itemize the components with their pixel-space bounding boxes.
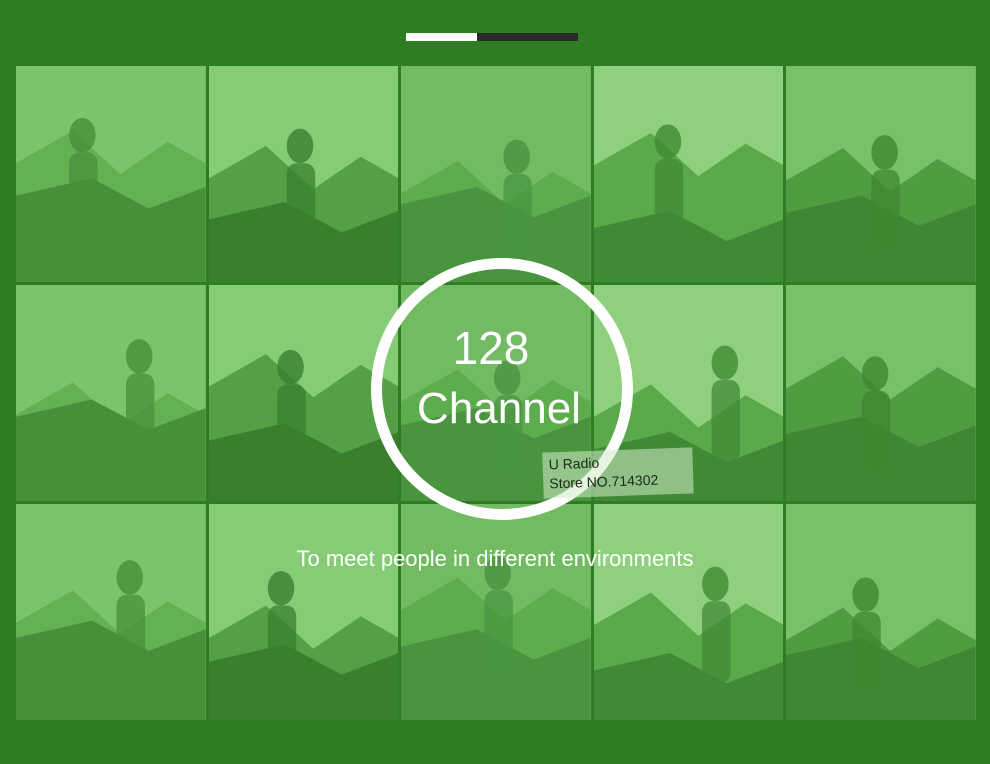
store-watermark: U Radio Store NO.714302	[542, 447, 694, 499]
engineers-tablet-photo	[16, 504, 206, 720]
engineer-hardhat-photo	[786, 66, 976, 282]
suv-photo	[401, 504, 591, 720]
carousel-progress-bar	[406, 33, 578, 41]
promo-banner: 128 Channel U Radio Store NO.714302 To m…	[0, 0, 990, 764]
channel-label: Channel	[417, 384, 581, 433]
hiker-hill-photo	[593, 504, 784, 720]
trekker-poles-photo	[208, 285, 399, 501]
friends-phone-photo	[208, 504, 399, 720]
tagline: To meet people in different environments	[296, 546, 694, 571]
channel-count: 128	[452, 322, 530, 374]
watermark-store-number: Store NO.714302	[549, 471, 659, 492]
worker-walkie-talkie-photo	[593, 66, 784, 282]
hikers-mountain-photo	[16, 66, 206, 282]
woman-backpack-photo	[16, 285, 206, 501]
family-car-trunk-photo	[401, 66, 591, 282]
campers-tent-photo	[208, 66, 399, 282]
hiking-group-photo	[786, 285, 976, 501]
carousel-progress-fill	[406, 33, 477, 41]
mountaineer-photo	[786, 504, 976, 720]
